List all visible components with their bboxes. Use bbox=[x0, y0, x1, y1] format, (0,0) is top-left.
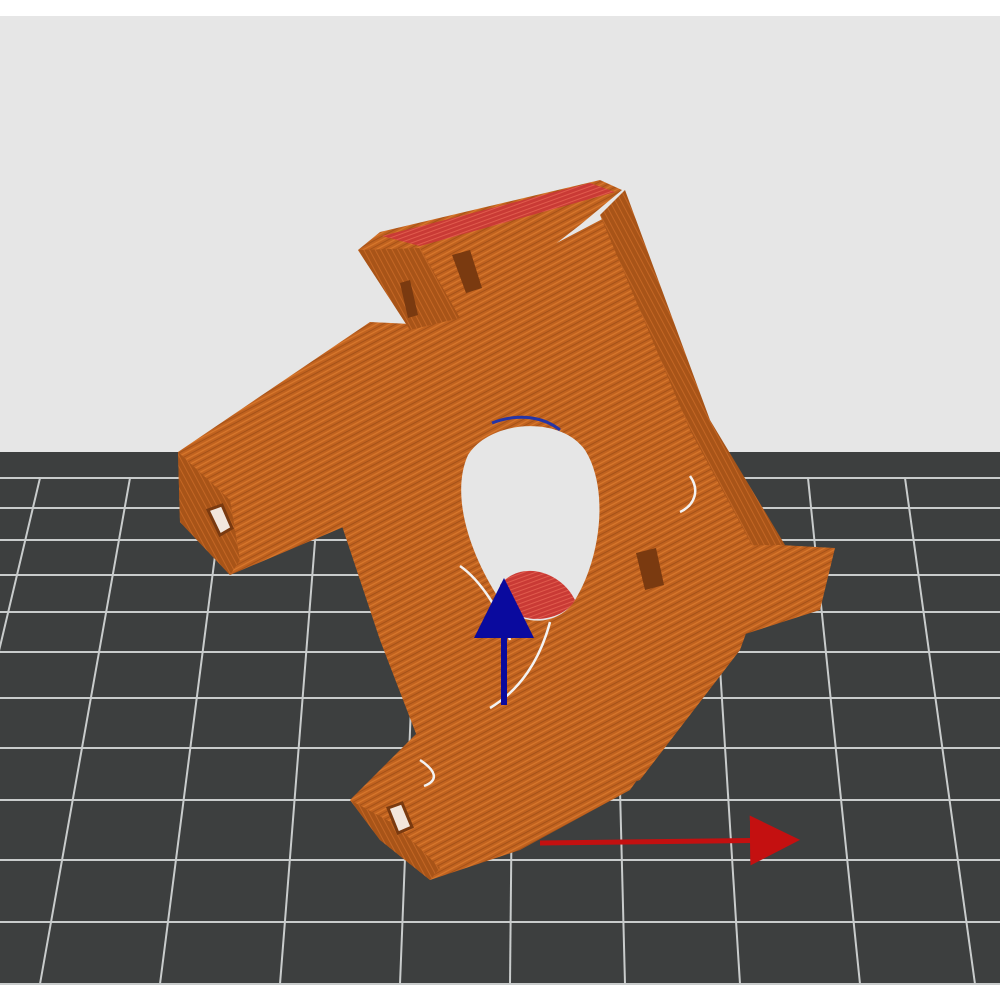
3d-preview-viewport[interactable] bbox=[0, 0, 1000, 1000]
scene-canvas[interactable] bbox=[0, 0, 1000, 1000]
x-axis-arrow-icon bbox=[539, 815, 800, 866]
